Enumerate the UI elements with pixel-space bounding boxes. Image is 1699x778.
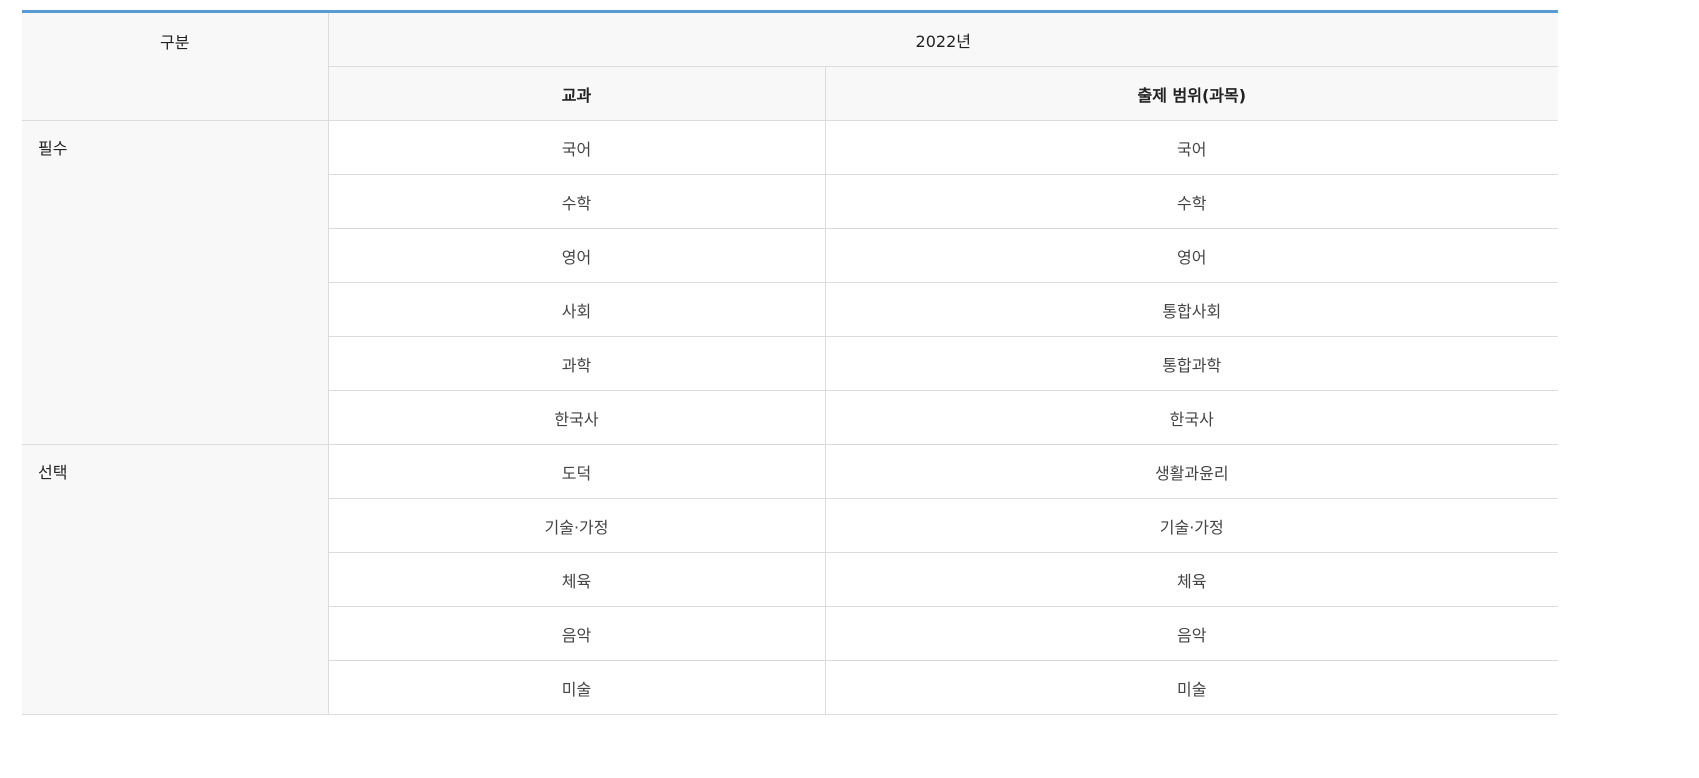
scope-cell: 한국사 [824, 390, 1559, 445]
header-subject: 교과 [327, 66, 825, 121]
table-row: 선택 도덕 생활과윤리 [22, 444, 1559, 715]
subject-cell: 과학 [327, 336, 825, 391]
table-row: 필수 국어 국어 [22, 120, 1559, 445]
header-category: 구분 [22, 11, 328, 121]
subject-cell: 미술 [327, 660, 825, 715]
subject-cell: 국어 [327, 120, 825, 175]
scope-cell: 미술 [824, 660, 1559, 715]
exam-scope-table: 구분 2022년 교과 출제 범위(과목) 필수 국어 국어 수학 수학 영어 … [22, 10, 1559, 715]
subject-cell: 체육 [327, 552, 825, 607]
subject-cell: 영어 [327, 228, 825, 283]
header-scope: 출제 범위(과목) [824, 66, 1559, 121]
scope-cell: 영어 [824, 228, 1559, 283]
scope-cell: 체육 [824, 552, 1559, 607]
subject-cell: 수학 [327, 174, 825, 229]
header-row-top: 구분 2022년 [22, 11, 1559, 121]
scope-cell: 통합과학 [824, 336, 1559, 391]
header-year: 2022년 [327, 11, 1559, 67]
scope-cell: 수학 [824, 174, 1559, 229]
scope-cell: 통합사회 [824, 282, 1559, 337]
subject-cell: 한국사 [327, 390, 825, 445]
subject-cell: 기술·가정 [327, 498, 825, 553]
scope-cell: 생활과윤리 [824, 444, 1559, 499]
subject-cell: 음악 [327, 606, 825, 661]
subject-cell: 사회 [327, 282, 825, 337]
group-label-required: 필수 [22, 120, 328, 445]
scope-cell: 음악 [824, 606, 1559, 661]
scope-cell: 국어 [824, 120, 1559, 175]
exam-scope-table-container: 구분 2022년 교과 출제 범위(과목) 필수 국어 국어 수학 수학 영어 … [22, 10, 1559, 715]
group-label-elective: 선택 [22, 444, 328, 715]
scope-cell: 기술·가정 [824, 498, 1559, 553]
subject-cell: 도덕 [327, 444, 825, 499]
